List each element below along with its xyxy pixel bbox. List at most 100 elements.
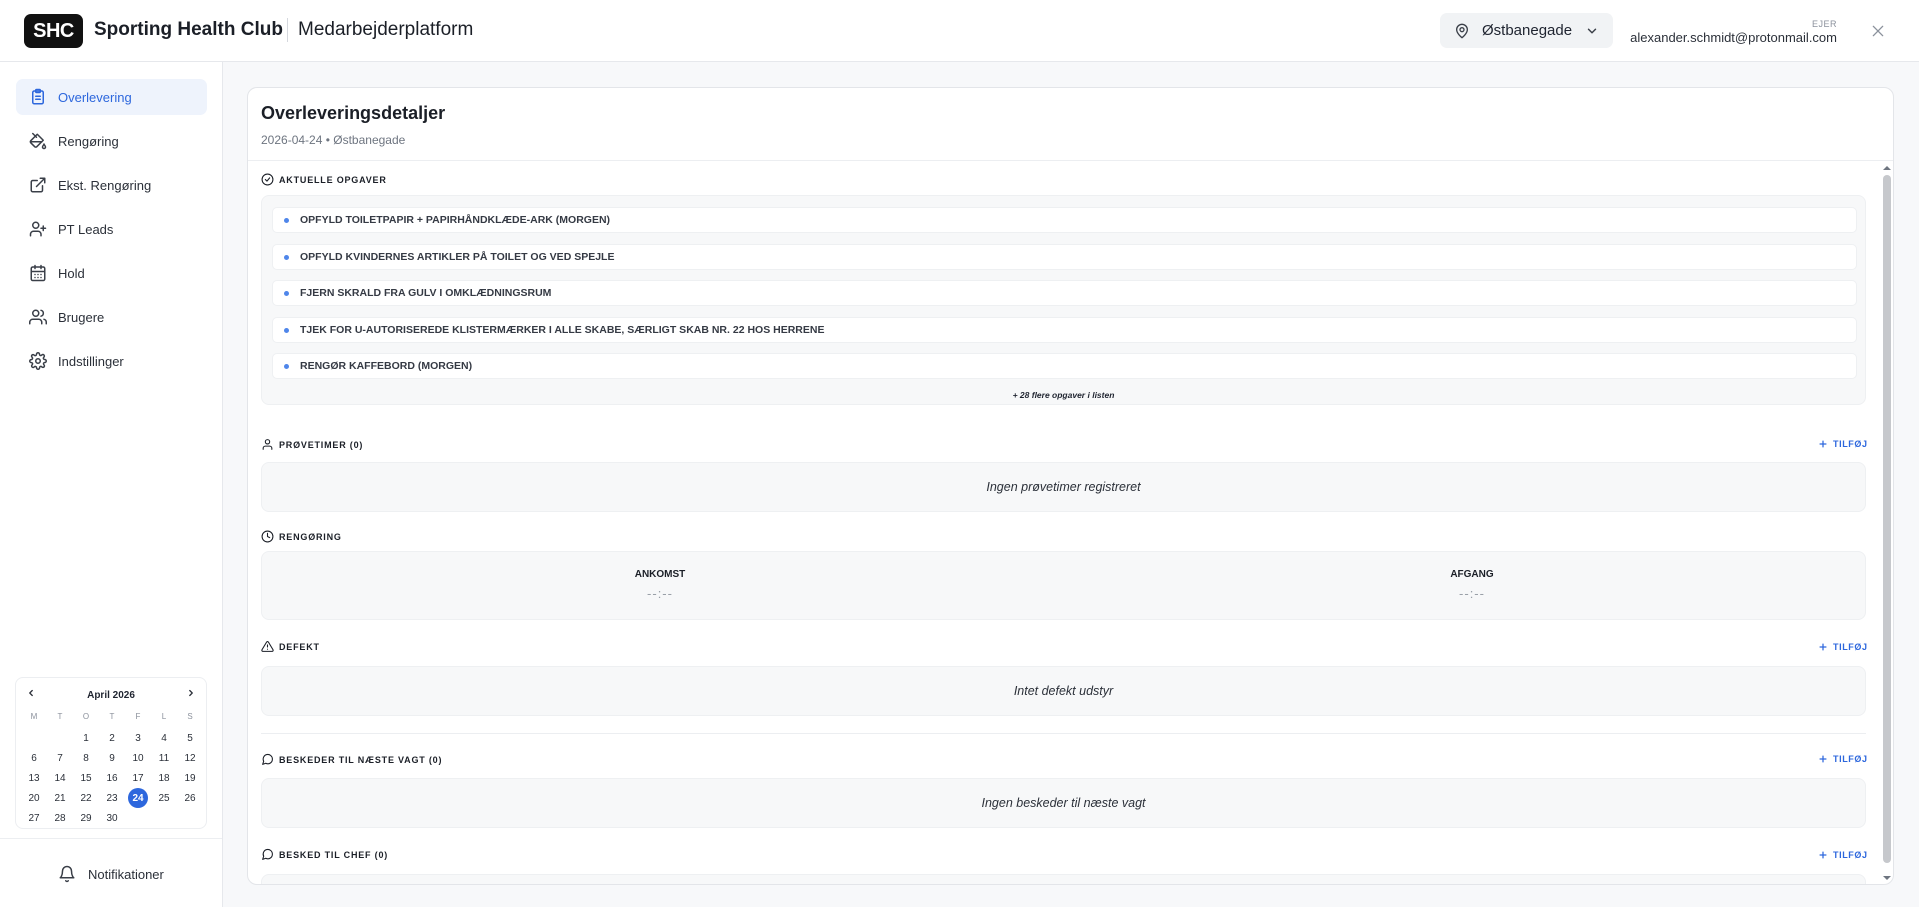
bullet-dot (284, 327, 289, 333)
brand-name: Sporting Health Club (94, 19, 283, 40)
task-text: RENGØR KAFFEBORD (MORGEN) (300, 360, 473, 372)
sidebar-item-label: Hold (58, 265, 85, 281)
weekday-label: F (135, 711, 141, 721)
bullet-dot (284, 217, 289, 223)
plus-icon (1819, 755, 1827, 763)
boss-message-panel (261, 874, 1866, 884)
add-message-button[interactable]: TILFØJ (1818, 754, 1868, 764)
add-label: TILFØJ (1833, 850, 1868, 860)
calendar-day[interactable]: 23 (99, 788, 125, 808)
warning-triangle-icon (261, 641, 274, 652)
user-icon (262, 439, 273, 450)
top-header: SHC Sporting Health Club Medarbejderplat… (0, 0, 1919, 62)
cleaning-heading: RENGØRING (261, 530, 342, 543)
sidebar-item-ekst-rengoring[interactable]: Ekst. Rengøring (16, 167, 207, 203)
sidebar-item-pt-leads[interactable]: PT Leads (16, 211, 207, 247)
calendar-day[interactable]: 24 (128, 788, 148, 808)
calendar-day[interactable]: 11 (151, 748, 177, 768)
user-email: alexander.schmidt@protonmail.com (1630, 30, 1837, 45)
calendar-day[interactable]: 25 (151, 788, 177, 808)
messages-panel: Ingen beskeder til næste vagt (261, 778, 1866, 828)
bullet-dot (284, 363, 289, 369)
calendar-day[interactable]: 26 (177, 788, 203, 808)
calendar-day[interactable]: 19 (177, 768, 203, 788)
check-circle-icon (261, 173, 274, 186)
plus-icon (1819, 851, 1827, 859)
calendar-day[interactable]: 3 (125, 728, 151, 748)
calendar-day[interactable]: 17 (125, 768, 151, 788)
task-text: TJEK FOR U-AUTORISEREDE KLISTERMÆRKER I … (300, 324, 825, 336)
calendar-day[interactable]: 9 (99, 748, 125, 768)
chevron-right-icon[interactable] (186, 688, 196, 698)
mini-calendar: April 2026 M T O T F L S 1 2 3 4 5 6 7 8 9 10 11 12 13 14 15 1… (15, 677, 207, 829)
sidebar-item-overlevering[interactable]: Overlevering (16, 79, 207, 115)
tasks-heading-label: AKTUELLE OPGAVER (279, 174, 387, 185)
close-icon[interactable] (1870, 23, 1886, 39)
weekday-label: S (187, 711, 193, 721)
map-pin-icon (1454, 23, 1470, 39)
calendar-day[interactable]: 22 (73, 788, 99, 808)
scroll-down-icon[interactable] (1881, 873, 1893, 883)
trial-panel: Ingen prøvetimer registreret (261, 462, 1866, 512)
calendar-day[interactable]: 29 (73, 808, 99, 828)
clipboard-icon (29, 88, 47, 106)
calendar-day[interactable]: 16 (99, 768, 125, 788)
calendar-day[interactable]: 28 (47, 808, 73, 828)
calendar-day[interactable]: 15 (73, 768, 99, 788)
chevron-down-icon (1585, 24, 1599, 38)
page-subtitle: 2026-04-24 • Østbanegade (261, 133, 406, 147)
location-selector[interactable]: Østbanegade (1440, 13, 1613, 48)
calendar-day[interactable]: 30 (99, 808, 125, 828)
calendar-day[interactable]: 27 (21, 808, 47, 828)
calendar-day[interactable]: 5 (177, 728, 203, 748)
calendar-day[interactable]: 21 (47, 788, 73, 808)
sidebar-item-indstillinger[interactable]: Indstillinger (16, 343, 207, 379)
card-divider (248, 160, 1893, 161)
handover-card: Overleveringsdetaljer 2026-04-24 • Østba… (247, 87, 1894, 885)
clock-icon (261, 530, 274, 543)
message-circle-icon (262, 848, 273, 860)
task-item: OPFYLD KVINDERNES ARTIKLER PÅ TOILET OG … (272, 244, 1857, 270)
add-defect-button[interactable]: TILFØJ (1818, 642, 1868, 652)
add-label: TILFØJ (1833, 642, 1868, 652)
add-trial-button[interactable]: TILFØJ (1818, 439, 1868, 449)
defect-empty-text: Intet defekt udstyr (1013, 684, 1114, 698)
task-item: RENGØR KAFFEBORD (MORGEN) (272, 353, 1857, 379)
calendar-grid: M T O T F L S 1 2 3 4 5 6 7 8 9 10 11 12 13 14 15 16 17 18 19 20 21… (21, 708, 203, 828)
calendar-day[interactable]: 6 (21, 748, 47, 768)
calendar-day[interactable]: 1 (73, 728, 99, 748)
calendar-day[interactable]: 10 (125, 748, 151, 768)
calendar-day[interactable]: 7 (47, 748, 73, 768)
scrollbar-thumb[interactable] (1883, 175, 1891, 863)
calendar-day[interactable]: 12 (177, 748, 203, 768)
boss-heading-label: BESKED TIL CHEF (0) (279, 849, 389, 860)
sidebar-item-hold[interactable]: Hold (16, 255, 207, 291)
calendar-day[interactable]: 8 (73, 748, 99, 768)
calendar-day[interactable]: 20 (21, 788, 47, 808)
departure-value: --:-- (1459, 586, 1485, 601)
scroll-up-icon[interactable] (1881, 163, 1893, 173)
notifications-button[interactable]: Notifikationer (58, 865, 164, 883)
sidebar-item-brugere[interactable]: Brugere (16, 299, 207, 335)
gear-icon (29, 352, 47, 370)
user-role: EJER (1811, 19, 1837, 29)
add-boss-message-button[interactable]: TILFØJ (1818, 850, 1868, 860)
scrollbar[interactable] (1881, 161, 1893, 884)
task-item: OPFYLD TOILETPAPIR + PAPIRHÅNDKLÆDE-ARK … (272, 207, 1857, 233)
calendar-day[interactable]: 14 (47, 768, 73, 788)
cleaning-heading-label: RENGØRING (279, 531, 342, 542)
calendar-day[interactable]: 13 (21, 768, 47, 788)
calendar-day[interactable]: 18 (151, 768, 177, 788)
calendar-day[interactable]: 4 (151, 728, 177, 748)
calendar-day[interactable]: 2 (99, 728, 125, 748)
sidebar-item-rengoring[interactable]: Rengøring (16, 123, 207, 159)
weekday-label: T (109, 711, 115, 721)
defect-panel: Intet defekt udstyr (261, 666, 1866, 716)
more-tasks-link[interactable]: + 28 flere opgaver i listen (262, 390, 1865, 400)
plus-icon (1819, 440, 1827, 448)
add-label: TILFØJ (1833, 439, 1868, 449)
calendar-blank (21, 728, 47, 748)
location-label: Østbanegade (1482, 22, 1573, 39)
task-text: OPFYLD TOILETPAPIR + PAPIRHÅNDKLÆDE-ARK … (300, 214, 611, 226)
sidebar-nav: Overlevering Rengøring Ekst. Rengøring P… (16, 79, 207, 387)
